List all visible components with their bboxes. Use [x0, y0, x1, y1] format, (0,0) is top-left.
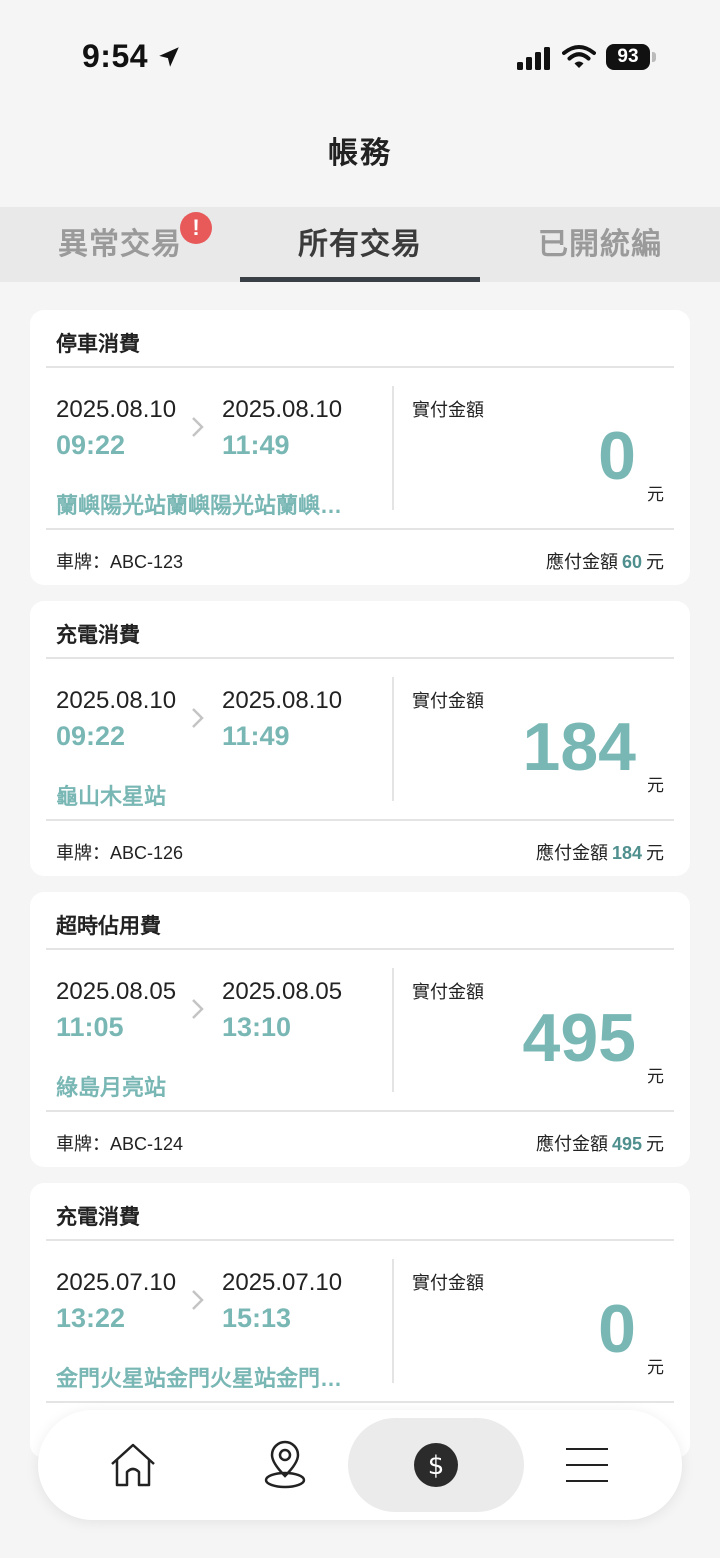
nav-map-button[interactable] [210, 1418, 360, 1512]
currency-unit: 元 [647, 1358, 664, 1377]
start-date: 2025.07.10 [56, 1269, 177, 1296]
end-date: 2025.08.10 [222, 396, 343, 423]
license-plate: 車牌：ABC-123 [56, 552, 184, 572]
menu-icon [566, 1448, 608, 1482]
station-name: 蘭嶼陽光站蘭嶼陽光站蘭嶼… [56, 493, 343, 518]
payable-amount: 60 [621, 552, 642, 572]
paid-amount-label: 實付金額 [412, 1273, 484, 1293]
transaction-list: 停車消費 2025.08.10 09:22 2025.08.10 11:49 蘭… [30, 310, 690, 1474]
start-time: 09:22 [56, 430, 126, 460]
payable-amount: 184 [611, 843, 642, 863]
payable-amount: 495 [611, 1134, 642, 1154]
nav-home-button[interactable] [58, 1418, 208, 1512]
transaction-type: 停車消費 [56, 333, 140, 356]
end-time: 11:49 [222, 721, 290, 751]
start-time: 09:22 [56, 721, 126, 751]
status-time: 9:54 [82, 38, 149, 74]
card-vertical-divider [392, 968, 394, 1092]
transaction-type: 充電消費 [56, 624, 140, 647]
paid-amount-label: 實付金額 [412, 400, 484, 420]
chevron-right-icon [192, 1290, 204, 1310]
end-date: 2025.08.05 [222, 978, 343, 1005]
card-divider [46, 819, 674, 821]
svg-text:$: $ [428, 1451, 445, 1481]
card-divider [46, 1401, 674, 1403]
end-date: 2025.07.10 [222, 1269, 343, 1296]
card-divider [46, 657, 674, 659]
start-date: 2025.08.10 [56, 396, 177, 423]
payable-label: 應付金額 [535, 1134, 608, 1154]
card-divider [46, 366, 674, 368]
end-time: 15:13 [222, 1303, 292, 1333]
home-icon [111, 1443, 155, 1487]
page-title: 帳務 [328, 137, 392, 170]
cellular-signal-icon [517, 47, 550, 70]
chevron-right-icon [192, 999, 204, 1019]
tab-invoiced[interactable]: 已開統編 [480, 207, 720, 282]
payable-unit: 元 [646, 843, 664, 863]
currency-unit: 元 [647, 1067, 664, 1086]
tab-bar: 異常交易 所有交易 已開統編 [0, 207, 720, 282]
card-vertical-divider [392, 1259, 394, 1383]
location-arrow-icon [159, 47, 179, 67]
paid-amount: 0 [598, 1291, 636, 1367]
bottom-nav: $ [38, 1410, 682, 1520]
card-divider [46, 1239, 674, 1241]
station-name: 綠島月亮站 [56, 1075, 167, 1100]
license-plate: 車牌：ABC-124 [56, 1134, 184, 1154]
card-divider [46, 1110, 674, 1112]
paid-amount: 184 [522, 709, 636, 785]
map-pin-icon [264, 1440, 306, 1489]
paid-amount: 0 [598, 418, 636, 494]
transaction-card[interactable]: 停車消費 2025.08.10 09:22 2025.08.10 11:49 蘭… [30, 310, 690, 585]
nav-menu-button[interactable] [512, 1418, 662, 1512]
start-time: 11:05 [56, 1012, 124, 1042]
paid-amount-label: 實付金額 [412, 982, 484, 1002]
payable-amount-row: 應付金額 60 元 [546, 548, 664, 574]
status-bar: 9:54 93 [0, 0, 720, 110]
start-date: 2025.08.10 [56, 687, 177, 714]
battery-tip [652, 52, 656, 62]
paid-amount: 495 [522, 1000, 636, 1076]
transaction-type: 超時佔用費 [56, 915, 161, 938]
card-vertical-divider [392, 386, 394, 510]
payable-label: 應付金額 [545, 552, 618, 572]
end-time: 11:49 [222, 430, 290, 460]
paid-amount-label: 實付金額 [412, 691, 484, 711]
payable-unit: 元 [646, 1134, 664, 1154]
payable-label: 應付金額 [535, 843, 608, 863]
end-time: 13:10 [222, 1012, 292, 1042]
payable-amount-row: 應付金額 495 元 [536, 1130, 664, 1156]
end-date: 2025.08.10 [222, 687, 343, 714]
payable-unit: 元 [646, 552, 664, 572]
payable-amount-row: 應付金額 184 元 [536, 839, 664, 865]
start-date: 2025.08.05 [56, 978, 177, 1005]
battery-indicator: 93 [606, 44, 650, 70]
currency-unit: 元 [647, 485, 664, 504]
chevron-right-icon [192, 708, 204, 728]
wifi-icon [562, 45, 596, 68]
chevron-right-icon [192, 417, 204, 437]
currency-unit: 元 [647, 776, 664, 795]
card-divider [46, 948, 674, 950]
dollar-icon: $ [414, 1443, 458, 1487]
tab-all-transactions[interactable]: 所有交易 [240, 207, 480, 282]
transaction-type: 充電消費 [56, 1206, 140, 1229]
station-name: 龜山木星站 [56, 784, 167, 809]
nav-billing-button[interactable]: $ [348, 1418, 524, 1512]
license-plate: 車牌：ABC-126 [56, 843, 184, 863]
card-divider [46, 528, 674, 530]
start-time: 13:22 [56, 1303, 126, 1333]
station-name: 金門火星站金門火星站金門… [56, 1366, 343, 1391]
transaction-card[interactable]: 充電消費 2025.08.10 09:22 2025.08.10 11:49 龜… [30, 601, 690, 876]
transaction-card[interactable]: 超時佔用費 2025.08.05 11:05 2025.08.05 13:10 … [30, 892, 690, 1167]
tab-active-indicator [240, 277, 480, 282]
alert-badge-icon: ! [180, 212, 212, 244]
card-vertical-divider [392, 677, 394, 801]
